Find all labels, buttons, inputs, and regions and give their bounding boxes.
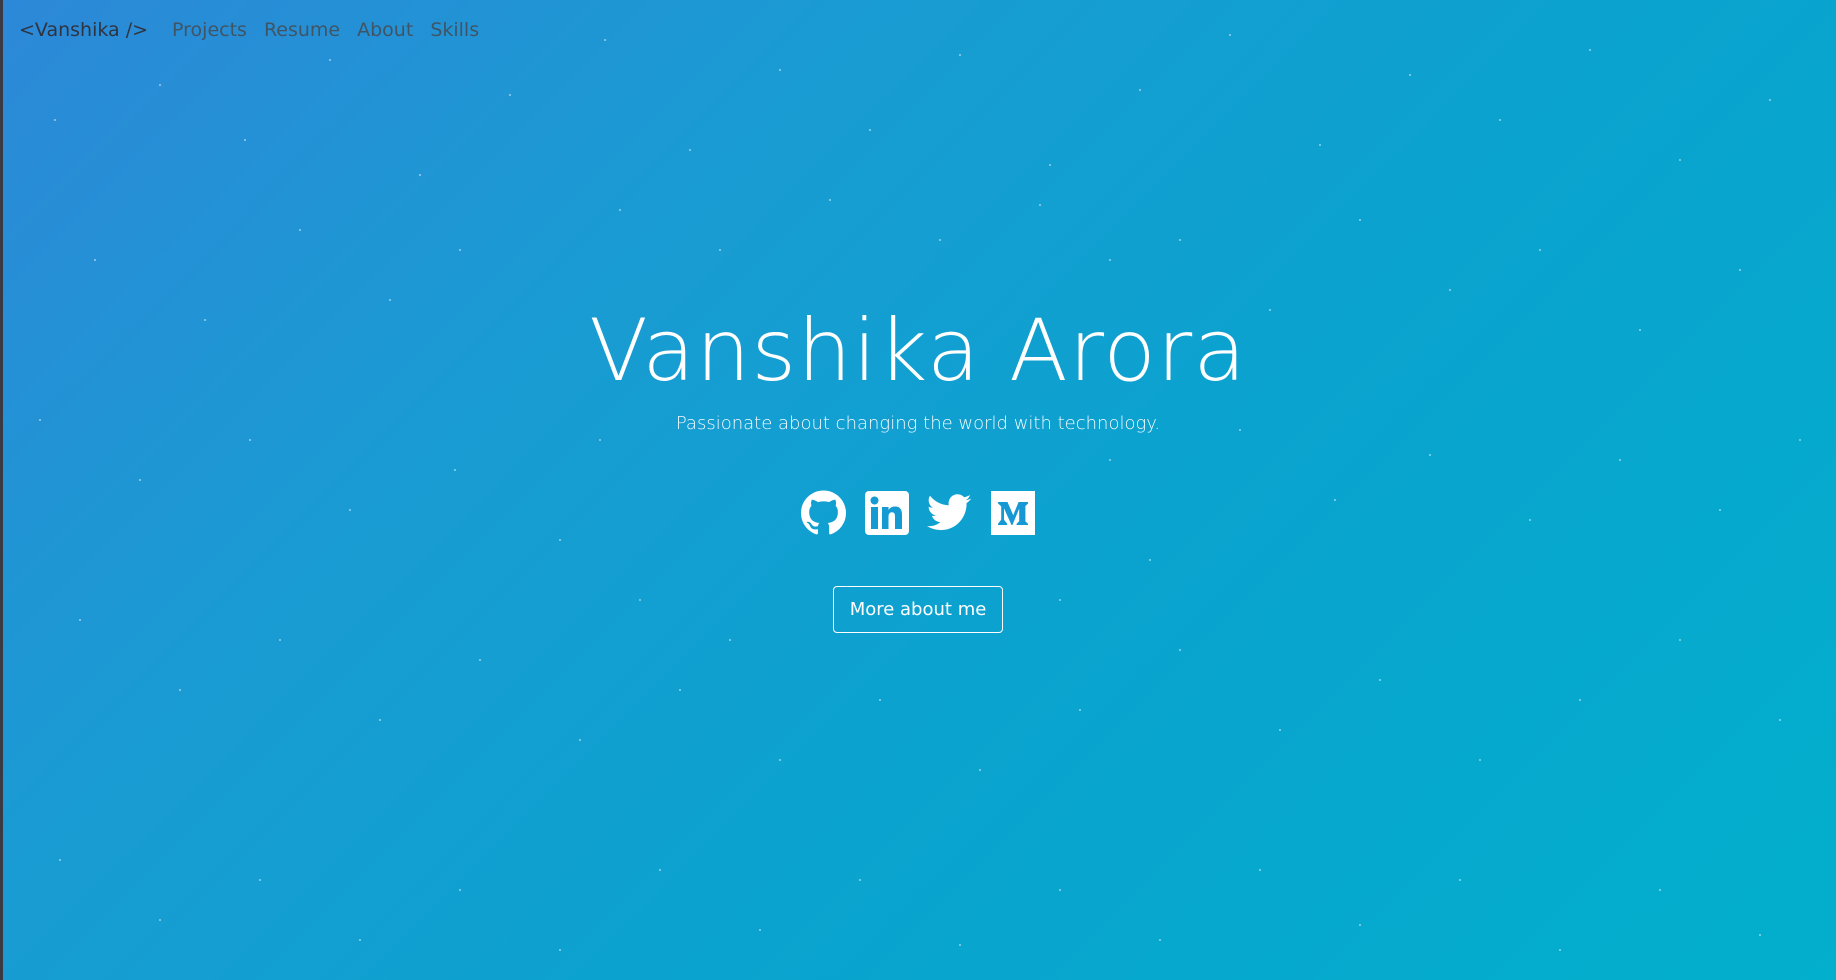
- nav-link-projects[interactable]: Projects: [172, 19, 247, 41]
- hero-name: Vanshika Arora: [589, 301, 1247, 401]
- nav-link-resume[interactable]: Resume: [264, 19, 340, 41]
- twitter-link[interactable]: [927, 490, 972, 535]
- hero-tagline: Passionate about changing the world with…: [675, 413, 1161, 435]
- nav-link-skills[interactable]: Skills: [430, 19, 479, 41]
- linkedin-link[interactable]: [864, 490, 909, 535]
- brand-logo[interactable]: <Vanshika />: [19, 19, 148, 41]
- medium-icon: [990, 490, 1035, 535]
- medium-link[interactable]: [990, 490, 1035, 535]
- github-link[interactable]: [801, 490, 846, 535]
- github-icon: [801, 490, 846, 535]
- social-links: [0, 490, 1836, 535]
- linkedin-icon: [864, 490, 909, 535]
- more-about-me-button[interactable]: More about me: [832, 586, 1004, 634]
- top-navbar: <Vanshika /> Projects Resume About Skill…: [0, 0, 496, 60]
- twitter-icon: [927, 493, 972, 530]
- nav-link-about[interactable]: About: [357, 19, 413, 41]
- hero-section: Vanshika Arora Passionate about changing…: [0, 300, 1836, 634]
